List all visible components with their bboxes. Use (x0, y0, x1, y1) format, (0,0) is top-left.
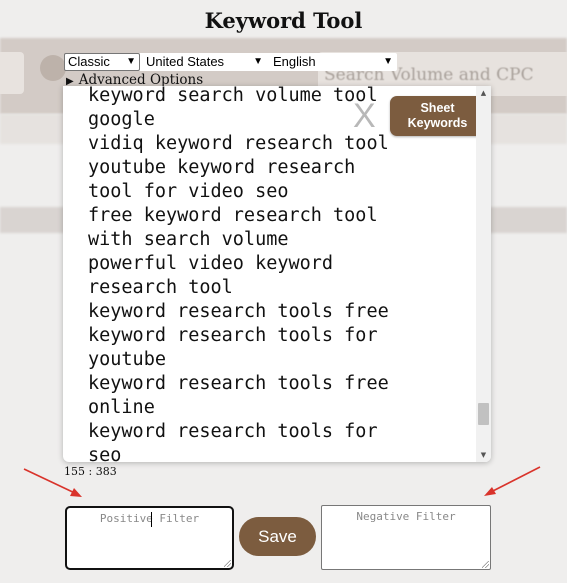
negative-filter-input[interactable]: Negative Filter (321, 505, 491, 570)
language-select[interactable]: English ▼ (269, 53, 397, 71)
mode-select-value: Classic (68, 54, 110, 69)
keyword-item: keyword research tools free (88, 301, 389, 322)
sheet-button-line1: Sheet (420, 101, 455, 115)
positive-filter-placeholder: Positive Filter (99, 512, 200, 525)
negative-filter-placeholder: Negative Filter (356, 510, 456, 523)
keyword-item: free keyword research tool (88, 205, 378, 226)
keyword-item: tool for video seo (88, 181, 289, 202)
save-button[interactable]: Save (239, 517, 316, 556)
modal-scrollbar[interactable]: ▲ ▼ (476, 86, 491, 462)
keyword-item: online (88, 397, 155, 418)
page-title: Keyword Tool (204, 8, 363, 33)
keyword-list: keyword search volume tool google vidiq … (88, 86, 468, 462)
positive-filter-input[interactable]: Positive Filter (65, 506, 234, 570)
chevron-down-icon: ▼ (383, 56, 393, 67)
keywords-modal: keyword search volume tool google vidiq … (63, 86, 491, 462)
chevron-down-icon: ▼ (126, 56, 136, 67)
keyword-item: seo (88, 445, 122, 462)
scroll-down-icon[interactable]: ▼ (476, 448, 491, 462)
keyword-item: keyword research tools for (88, 325, 378, 346)
options-bar: Classic ▼ United States ▼ English ▼ (64, 53, 397, 71)
mode-select[interactable]: Classic ▼ (64, 53, 140, 71)
background-circle-button (40, 55, 66, 81)
resize-handle-icon[interactable] (482, 561, 489, 568)
keyword-item: keyword research tools free (88, 373, 389, 394)
sheet-keywords-button[interactable]: Sheet Keywords (390, 96, 485, 136)
text-cursor (151, 512, 152, 527)
country-select-value: United States (146, 54, 225, 69)
close-icon[interactable]: X (353, 98, 376, 134)
keyword-item: research tool (88, 277, 233, 298)
country-select[interactable]: United States ▼ (142, 53, 267, 71)
keyword-counter: 155 : 383 (64, 465, 117, 478)
keyword-item: keyword research tools for (88, 421, 378, 442)
language-select-value: English (273, 54, 316, 69)
background-input-box (0, 52, 24, 94)
scroll-up-icon[interactable]: ▲ (476, 86, 491, 100)
keyword-item: youtube (88, 349, 166, 370)
chevron-down-icon: ▼ (253, 56, 263, 67)
keyword-item: powerful video keyword (88, 253, 334, 274)
keyword-item: youtube keyword research (88, 157, 356, 178)
sheet-button-line2: Keywords (407, 116, 468, 130)
scroll-thumb[interactable] (478, 403, 489, 426)
keyword-item: with search volume (88, 229, 289, 250)
resize-handle-icon[interactable] (224, 560, 231, 567)
